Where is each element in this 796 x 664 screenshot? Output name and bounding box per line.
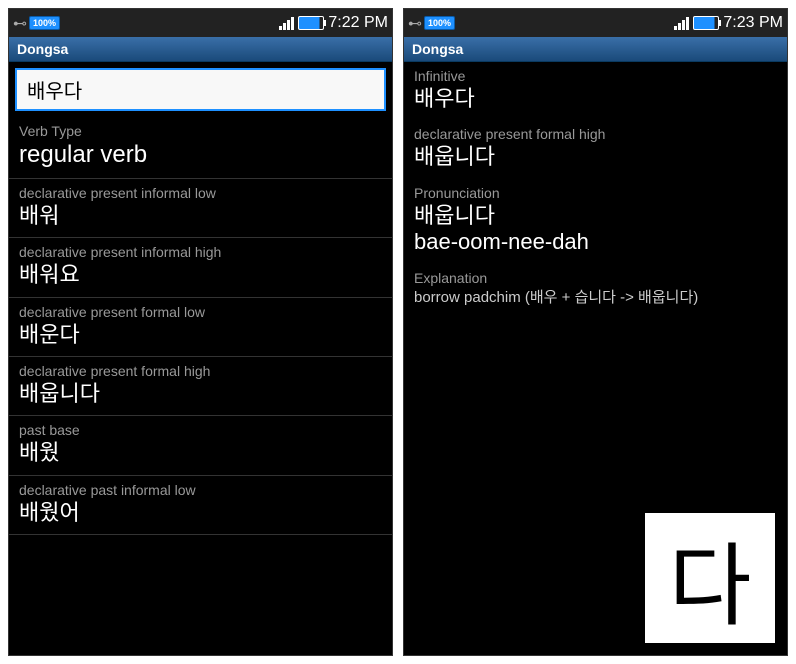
battery-percent-badge: 100% — [424, 16, 455, 30]
status-right: 7:23 PM — [674, 14, 783, 32]
search-container — [9, 62, 392, 117]
entry-value: 배워 — [19, 203, 382, 229]
status-bar: ⊷ 100% 7:23 PM — [404, 9, 787, 37]
detail-item: Infinitive 배우다 — [404, 62, 787, 120]
signal-icon — [674, 16, 689, 30]
list-item[interactable]: declarative past informal low 배웠어 — [9, 476, 392, 535]
entry-explanation: borrow padchim (배우 + 습니다 -> 배웁니다) — [414, 288, 777, 308]
phone-right: ⊷ 100% 7:23 PM Dongsa Infinitive 배우다 dec… — [403, 8, 788, 656]
status-right: 7:22 PM — [279, 14, 388, 32]
detail-item: declarative present formal high 배웁니다 — [404, 120, 787, 178]
battery-icon — [693, 16, 719, 30]
status-bar: ⊷ 100% 7:22 PM — [9, 9, 392, 37]
app-title: Dongsa — [9, 37, 392, 62]
clock-time: 7:23 PM — [723, 14, 783, 32]
app-title: Dongsa — [404, 37, 787, 62]
entry-value: 배운다 — [19, 322, 382, 348]
usb-icon: ⊷ — [408, 15, 422, 32]
entry-label: declarative present informal high — [19, 244, 382, 260]
entry-romanization: bae-oom-nee-dah — [414, 229, 777, 255]
usb-icon: ⊷ — [13, 15, 27, 32]
entry-label: declarative present formal high — [414, 126, 777, 142]
entry-value: regular verb — [19, 141, 382, 170]
entry-label: Explanation — [414, 270, 777, 286]
entry-value: 배웠어 — [19, 500, 382, 526]
status-left: ⊷ 100% — [408, 15, 455, 32]
entry-label: declarative present formal high — [19, 363, 382, 379]
entry-label: declarative present informal low — [19, 185, 382, 201]
list-item[interactable]: Verb Type regular verb — [9, 117, 392, 179]
list-item[interactable]: declarative present informal low 배워 — [9, 179, 392, 238]
clock-time: 7:22 PM — [328, 14, 388, 32]
phone-left: ⊷ 100% 7:22 PM Dongsa Verb Type regular … — [8, 8, 393, 656]
list-item[interactable]: declarative present informal high 배워요 — [9, 238, 392, 297]
search-input[interactable] — [15, 68, 386, 111]
list-item[interactable]: declarative present formal low 배운다 — [9, 298, 392, 357]
entry-value: 배워요 — [19, 262, 382, 288]
battery-icon — [298, 16, 324, 30]
entry-label: declarative present formal low — [19, 304, 382, 320]
entry-label: Verb Type — [19, 123, 382, 139]
signal-icon — [279, 16, 294, 30]
entry-value: 배웁니다 — [414, 144, 777, 170]
detail-item: Pronunciation 배웁니다 bae-oom-nee-dah — [404, 179, 787, 264]
entry-label: Pronunciation — [414, 185, 777, 201]
entry-label: past base — [19, 422, 382, 438]
entry-value: 배웠 — [19, 440, 382, 466]
battery-percent-badge: 100% — [29, 16, 60, 30]
entry-label: declarative past informal low — [19, 482, 382, 498]
list-item[interactable]: past base 배웠 — [9, 416, 392, 475]
detail-item: Explanation borrow padchim (배우 + 습니다 -> … — [404, 264, 787, 316]
conjugation-list[interactable]: Verb Type regular verb declarative prese… — [9, 117, 392, 649]
status-left: ⊷ 100% — [13, 15, 60, 32]
entry-value: 배우다 — [414, 86, 777, 112]
list-item[interactable]: declarative present formal high 배웁니다 — [9, 357, 392, 416]
character-preview: 다 — [645, 513, 775, 643]
entry-value: 배웁니다 — [19, 381, 382, 407]
entry-value: 배웁니다 — [414, 203, 777, 229]
entry-label: Infinitive — [414, 68, 777, 84]
